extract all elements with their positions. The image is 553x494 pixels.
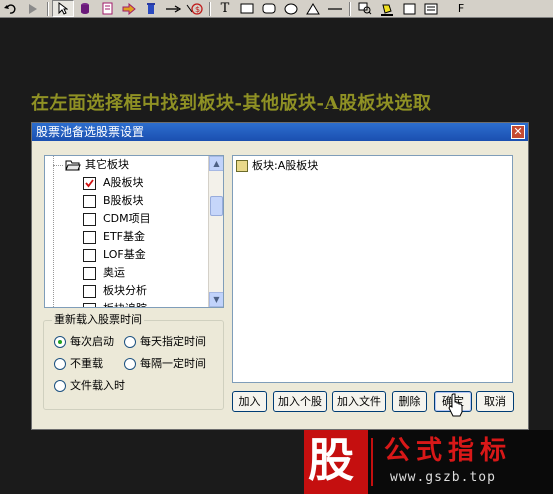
radio-button[interactable] (124, 358, 136, 370)
radio-label: 文件载入时 (70, 379, 125, 392)
watermark-logo: 股 公式指标 www.gszb.top (304, 430, 553, 494)
sector-tree[interactable]: 其它板块 A股板块 B股板块 CDM项目 ETF基金 LOF基金奥运板块分析板块追踪 ▲… (44, 155, 224, 308)
close-icon[interactable]: ✕ (511, 125, 525, 139)
toolbar-separator (349, 1, 351, 16)
sector-block-icon (236, 160, 248, 172)
logo-name: 公式指标 (384, 436, 513, 466)
tree-item-label: A股板块 (103, 174, 144, 192)
text-icon[interactable]: T (214, 0, 236, 17)
selected-stock-list[interactable]: 板块:A股板块 (232, 155, 513, 383)
checkbox[interactable] (83, 267, 96, 280)
arrow-shape-icon[interactable] (118, 0, 140, 17)
checkbox[interactable] (83, 303, 96, 307)
drawing-toolbar: $ T F (0, 0, 553, 18)
dialog-title: 股票池备选股票设置 (36, 125, 145, 139)
radio-label: 每次启动 (70, 335, 114, 348)
checkbox[interactable] (83, 213, 96, 226)
toolbar-separator (47, 1, 49, 16)
scroll-thumb[interactable] (210, 196, 223, 216)
cancel-button[interactable]: 取消 (476, 391, 514, 412)
undo-icon[interactable] (0, 0, 22, 17)
tree-item-label: ETF基金 (103, 230, 145, 243)
tree-connector (53, 165, 63, 166)
dialog-titlebar[interactable]: 股票池备选股票设置 ✕ (32, 123, 528, 141)
tree-item[interactable]: 板块追踪 (45, 300, 205, 307)
tree-item-label: B股板块 (103, 194, 144, 207)
scroll-up-icon[interactable]: ▲ (209, 156, 223, 171)
tree-item-label: 板块追踪 (103, 300, 147, 307)
checkbox[interactable] (83, 285, 96, 298)
square-icon[interactable] (398, 0, 420, 17)
checkbox[interactable] (83, 231, 96, 244)
radio-label: 每隔一定时间 (140, 357, 206, 370)
add-button[interactable]: 加入 (232, 391, 267, 412)
ellipse-icon[interactable] (280, 0, 302, 17)
f-button[interactable]: F (450, 0, 472, 17)
rectangle-icon[interactable] (236, 0, 258, 17)
trash-icon[interactable] (140, 0, 162, 17)
tree-item[interactable]: A股板块 (45, 174, 205, 192)
tree-item-label: LOF基金 (103, 248, 146, 261)
logo-divider (371, 438, 373, 486)
radio-label: 每天指定时间 (140, 335, 206, 348)
cylinder-icon[interactable] (74, 0, 96, 17)
document-icon[interactable] (96, 0, 118, 17)
logo-box: 股 (304, 430, 368, 494)
folder-open-icon (65, 160, 81, 171)
tree-item[interactable]: CDM项目 (45, 210, 205, 228)
radio-button[interactable] (124, 336, 136, 348)
checkbox[interactable] (83, 195, 96, 208)
line-arrow-icon[interactable] (162, 0, 184, 17)
zoom-icon[interactable] (354, 0, 376, 17)
instruction-caption: 在左面选择框中找到板块-其他版块-A股板块选取 (31, 93, 432, 114)
pointer-icon[interactable] (52, 0, 74, 17)
checkmark-icon (85, 179, 94, 188)
radio-button[interactable] (54, 358, 66, 370)
checkbox[interactable] (83, 249, 96, 262)
tree-scrollbar[interactable]: ▲ ▼ (208, 156, 223, 307)
tree-item[interactable]: 奥运 (45, 264, 205, 282)
hand-cursor-icon (448, 393, 463, 417)
logo-char: 股 (308, 433, 354, 487)
arrow-circle-icon[interactable]: $ (184, 0, 206, 17)
play-icon[interactable] (22, 0, 44, 17)
tree-item-label: CDM项目 (103, 212, 151, 225)
tree-node-other-sectors[interactable]: 其它板块 (45, 156, 205, 174)
add-file-button[interactable]: 加入文件 (332, 391, 386, 412)
svg-text:$: $ (195, 5, 200, 14)
add-stock-button[interactable]: 加入个股 (273, 391, 327, 412)
reload-time-group: 重新载入股票时间 每次启动 每天指定时间 不重载 每隔一定时间 文件载入时 (43, 313, 224, 410)
radio-button[interactable] (54, 380, 66, 392)
toolbar-separator (209, 1, 211, 16)
stock-pool-dialog: 股票池备选股票设置 ✕ 其它板块 A股板块 B股板块 CDM项目 ETF基金 LOF基金… (31, 122, 529, 430)
scroll-down-icon[interactable]: ▼ (209, 292, 223, 307)
checkbox[interactable] (83, 177, 96, 190)
radio-label: 不重载 (70, 357, 103, 370)
delete-button[interactable]: 删除 (392, 391, 427, 412)
tree-item-label: 奥运 (103, 266, 125, 279)
tree-item[interactable]: LOF基金 (45, 246, 205, 264)
logo-url: www.gszb.top (390, 470, 496, 485)
list-item-label: 板块:A股板块 (252, 159, 319, 172)
fill-icon[interactable] (376, 0, 398, 17)
tree-item[interactable]: 板块分析 (45, 282, 205, 300)
reload-time-group-title: 重新载入股票时间 (52, 313, 144, 327)
triangle-icon[interactable] (302, 0, 324, 17)
tree-item[interactable]: ETF基金 (45, 228, 205, 246)
radio-button[interactable] (54, 336, 66, 348)
tree-node-label: 其它板块 (85, 158, 129, 171)
rounded-rectangle-icon[interactable] (258, 0, 280, 17)
line-icon[interactable] (324, 0, 346, 17)
tree-item-label: 板块分析 (103, 284, 147, 297)
tree-item[interactable]: B股板块 (45, 192, 205, 210)
list-icon[interactable] (420, 0, 442, 17)
